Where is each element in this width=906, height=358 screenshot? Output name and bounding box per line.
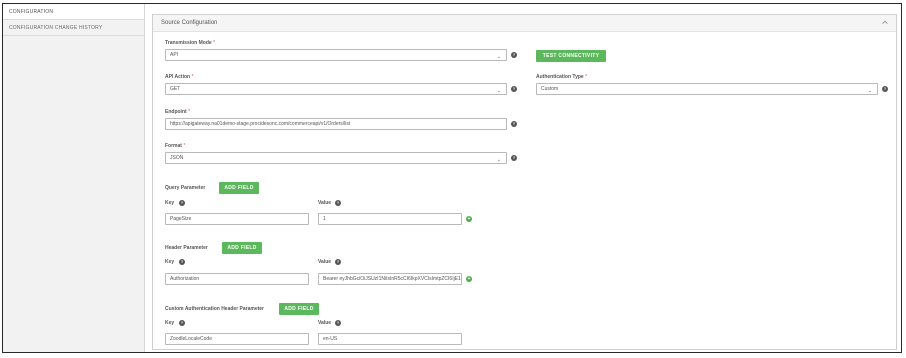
authentication-type-label: Authentication Type *	[536, 74, 588, 80]
query-key-input[interactable]: PageSize	[165, 213, 309, 225]
format-value: JSON	[170, 155, 184, 161]
plus-icon[interactable]: +	[466, 216, 472, 222]
test-connectivity-button[interactable]: TEST CONNECTIVITY	[536, 50, 606, 62]
help-icon[interactable]: ?	[511, 155, 517, 161]
help-icon[interactable]: ?	[179, 320, 185, 326]
transmission-mode-value: API	[170, 52, 179, 58]
chevron-up-icon[interactable]	[881, 18, 889, 26]
transmission-mode-select[interactable]: API ⌄	[165, 49, 507, 61]
add-header-field-button[interactable]: ADD FIELD	[222, 242, 262, 254]
api-action-select[interactable]: GET ⌄	[165, 83, 507, 95]
source-configuration-panel: Source Configuration Transmission Mode *…	[152, 14, 897, 350]
help-icon[interactable]: ?	[335, 259, 341, 265]
plus-icon[interactable]: +	[466, 276, 472, 282]
custom-auth-header-label: Custom Authentication Header Parameter	[165, 306, 265, 312]
header-parameter-label: Header Parameter	[165, 245, 208, 251]
chevron-down-icon: ⌄	[496, 54, 501, 60]
help-icon[interactable]: ?	[179, 259, 185, 265]
window-frame: CONFIGURATION CONFIGURATION CHANGE HISTO…	[2, 3, 902, 353]
sidebar: CONFIGURATION CONFIGURATION CHANGE HISTO…	[3, 4, 145, 352]
chevron-down-icon: ⌄	[496, 157, 501, 163]
header-value-label: Value	[318, 259, 332, 265]
api-action-value: GET	[170, 86, 181, 92]
query-parameter-label: Query Parameter	[165, 185, 206, 191]
endpoint-label: Endpoint *	[165, 109, 191, 115]
help-icon[interactable]: ?	[335, 320, 341, 326]
custom-auth-key-label: Key	[165, 320, 175, 326]
header-value-input[interactable]: Bearer eyJhbGciOiJSUzI1NiIsInR5cCI6IkpXV…	[318, 273, 462, 285]
help-icon[interactable]: ?	[882, 86, 888, 92]
sidebar-item-configuration-change-history[interactable]: CONFIGURATION CHANGE HISTORY	[3, 20, 144, 36]
help-icon[interactable]: ?	[335, 200, 341, 206]
authentication-type-value: Custom	[541, 86, 559, 92]
header-key-label: Key	[165, 259, 175, 265]
help-icon[interactable]: ?	[179, 200, 185, 206]
sidebar-item-configuration[interactable]: CONFIGURATION	[3, 4, 144, 20]
help-icon[interactable]: ?	[511, 52, 517, 58]
chevron-down-icon: ⌄	[496, 88, 501, 94]
custom-auth-value-label: Value	[318, 320, 332, 326]
authentication-type-select[interactable]: Custom ⌄	[536, 83, 878, 95]
chevron-down-icon: ⌄	[867, 88, 872, 94]
query-value-label: Value	[318, 200, 332, 206]
add-query-field-button[interactable]: ADD FIELD	[219, 182, 259, 194]
add-custom-auth-field-button[interactable]: ADD FIELD	[279, 303, 319, 315]
help-icon[interactable]: ?	[511, 86, 517, 92]
header-key-input[interactable]: Authorization	[165, 273, 309, 285]
transmission-mode-label: Transmission Mode *	[165, 40, 216, 46]
query-value-input[interactable]: 1	[318, 213, 462, 225]
panel-title: Source Configuration	[161, 20, 218, 26]
query-key-label: Key	[165, 200, 175, 206]
endpoint-input[interactable]: https://apigateway.na01demo-stage.procid…	[165, 118, 507, 130]
custom-auth-value-input[interactable]: en-US	[318, 333, 462, 345]
custom-auth-key-input[interactable]: ZoodleLocaleCode	[165, 333, 309, 345]
api-action-label: API Action *	[165, 74, 194, 80]
format-label: Format *	[165, 143, 186, 149]
help-icon[interactable]: ?	[511, 121, 517, 127]
panel-header[interactable]: Source Configuration	[153, 15, 896, 32]
format-select[interactable]: JSON ⌄	[165, 152, 507, 164]
